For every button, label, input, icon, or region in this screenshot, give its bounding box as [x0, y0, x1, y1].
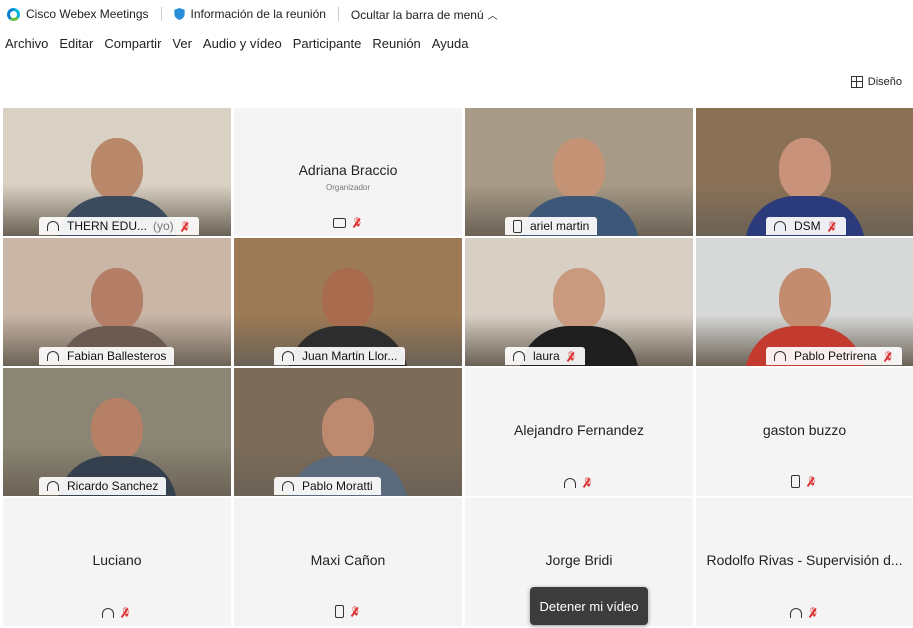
name-tag: Ricardo Sanchez [39, 477, 167, 495]
participant-name: Rodolfo Rivas - Supervisión d... [706, 552, 903, 568]
participant-name: Adriana Braccio [298, 162, 398, 178]
participant-tile[interactable]: gaston buzzo 🎙︎ [696, 368, 913, 496]
headset-icon [282, 481, 294, 491]
layout-button-label: Diseño [867, 76, 902, 88]
menu-item-2[interactable]: Compartir [104, 36, 161, 51]
mic-muted-icon: 🎙︎ [351, 217, 364, 227]
grid-layout-icon [850, 76, 863, 88]
participant-name: DSM [794, 219, 821, 233]
menu-item-0[interactable]: Archivo [5, 36, 48, 51]
menu-item-5[interactable]: Participante [293, 36, 362, 51]
participant-tile[interactable]: Rodolfo Rivas - Supervisión d... 🎙︎ [696, 498, 913, 626]
title-bar: Cisco Webex Meetings Información de la r… [0, 0, 913, 28]
participant-tile[interactable]: Luciano 🎙︎ [3, 498, 231, 626]
name-tag: DSM 🎙︎ [766, 217, 847, 235]
stop-video-button[interactable]: Detener mi vídeo [530, 587, 648, 625]
participant-name: Maxi Cañon [310, 552, 386, 568]
mic-muted-icon: 🎙︎ [807, 607, 820, 617]
hide-menu-button[interactable]: Ocultar la barra de menú ︿ [351, 7, 498, 22]
chevron-up-icon: ︿ [487, 10, 498, 22]
participant-name: Juan Martin Llor... [302, 349, 398, 363]
mic-muted-icon: 🎙︎ [806, 476, 818, 486]
menu-item-3[interactable]: Ver [172, 36, 192, 51]
headset-icon [47, 221, 59, 231]
headset-icon [282, 351, 294, 361]
headset-icon [774, 221, 786, 231]
name-tag: ariel martin [505, 217, 598, 235]
participant-status-icons: 🎙︎ [696, 607, 913, 618]
participant-tile[interactable]: ariel martin [465, 108, 693, 236]
mic-muted-icon: 🎙︎ [582, 477, 594, 487]
participant-tile[interactable]: Juan Martin Llor... [234, 238, 462, 366]
participant-name: Ricardo Sanchez [67, 479, 159, 493]
phone-icon [791, 475, 801, 488]
name-tag: THERN EDU... (yo) 🎙︎ [39, 217, 200, 235]
participant-name: Luciano [92, 552, 142, 568]
name-tag: Pablo Moratti [274, 477, 381, 495]
participant-name: THERN EDU... [67, 219, 148, 233]
title-divider-2 [337, 7, 339, 21]
menu-item-7[interactable]: Ayuda [432, 36, 469, 51]
phone-icon [334, 605, 344, 618]
headset-icon [513, 351, 525, 361]
participant-status-icons: 🎙︎ [696, 475, 913, 488]
layout-button[interactable]: Diseño [845, 70, 908, 94]
video-device-icon [332, 217, 346, 228]
shield-icon [173, 8, 185, 20]
participant-status-icons: 🎙︎ [3, 607, 231, 618]
menu-item-4[interactable]: Audio y vídeo [203, 36, 282, 51]
mic-muted-icon: 🎙︎ [179, 220, 192, 231]
headset-icon [47, 481, 59, 491]
participant-tile[interactable]: Alejandro Fernandez 🎙︎ [465, 368, 693, 496]
headset-icon [102, 607, 115, 618]
participant-name: Pablo Petrirena [794, 349, 877, 363]
name-tag: Pablo Petrirena 🎙︎ [766, 347, 903, 365]
mic-muted-icon: 🎙︎ [120, 607, 132, 617]
webex-logo-icon [7, 7, 20, 21]
participant-name: laura [533, 349, 560, 363]
participant-role: Organizador [325, 183, 371, 192]
participant-name: Fabian Ballesteros [67, 349, 167, 363]
participant-tile[interactable]: THERN EDU... (yo) 🎙︎ [3, 108, 231, 236]
participant-name: Pablo Moratti [302, 479, 373, 493]
name-tag: Fabian Ballesteros [39, 347, 175, 365]
participant-status-icons: 🎙︎ [234, 605, 462, 618]
participant-status-icons: 🎙︎ [465, 477, 693, 488]
participant-name: Jorge Bridi [545, 552, 613, 568]
participant-name: ariel martin [530, 219, 590, 233]
participant-tile[interactable]: Maxi Cañon 🎙︎ [234, 498, 462, 626]
title-divider [160, 7, 162, 21]
headset-icon [564, 477, 577, 488]
hide-menu-label: Ocultar la barra de menú [350, 7, 484, 22]
participant-status-icons: 🎙︎ [234, 217, 462, 228]
headset-icon [789, 607, 802, 618]
participant-tile[interactable]: DSM 🎙︎ [696, 108, 913, 236]
headset-icon [774, 351, 786, 361]
participant-name: Alejandro Fernandez [514, 422, 644, 438]
menu-bar: Archivo Editar Compartir Ver Audio y vídeo Pa… [0, 32, 474, 54]
mic-muted-icon: 🎙︎ [882, 350, 895, 361]
participant-tile[interactable]: Pablo Moratti [234, 368, 462, 496]
participant-name: gaston buzzo [762, 422, 847, 438]
meeting-info-button[interactable]: Información de la reunión [191, 7, 326, 21]
menu-item-6[interactable]: Reunión [372, 36, 420, 51]
participant-tile[interactable]: Ricardo Sanchez [3, 368, 231, 496]
app-title: Cisco Webex Meetings [26, 7, 149, 21]
name-tag: Juan Martin Llor... [274, 347, 406, 365]
mic-muted-icon: 🎙︎ [565, 350, 578, 361]
mic-muted-icon: 🎙︎ [349, 606, 362, 616]
mic-muted-icon: 🎙︎ [826, 220, 839, 231]
menu-item-1[interactable]: Editar [59, 36, 93, 51]
participant-tile[interactable]: Adriana Braccio Organizador 🎙︎ [234, 108, 462, 236]
headset-icon [47, 351, 59, 361]
participant-tile[interactable]: Fabian Ballesteros [3, 238, 231, 366]
participant-tile[interactable]: Pablo Petrirena 🎙︎ [696, 238, 913, 366]
participant-tile[interactable]: laura 🎙︎ [465, 238, 693, 366]
participant-grid: THERN EDU... (yo) 🎙︎ Adriana Braccio Organiz… [3, 108, 913, 626]
phone-icon [513, 219, 522, 233]
name-tag: laura 🎙︎ [505, 347, 586, 365]
self-suffix: (yo) [153, 219, 174, 233]
